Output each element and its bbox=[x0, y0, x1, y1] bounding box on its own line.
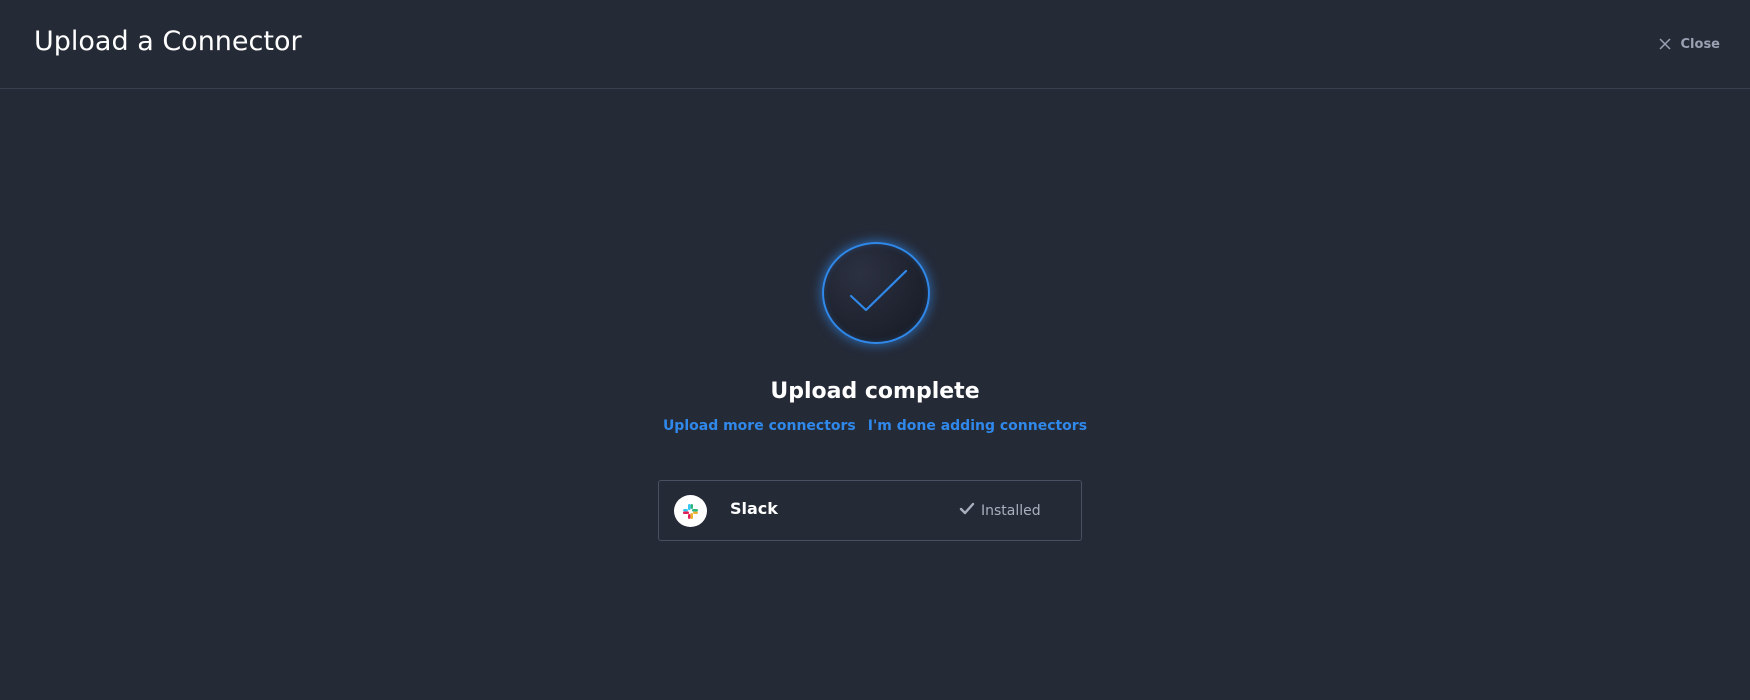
check-icon bbox=[959, 502, 975, 520]
page-header: Upload a Connector Close bbox=[0, 0, 1750, 89]
connector-card: Slack Installed bbox=[658, 480, 1082, 541]
checkmark-icon bbox=[822, 242, 930, 344]
status-label: Installed bbox=[981, 503, 1041, 519]
upload-more-link[interactable]: Upload more connectors bbox=[663, 418, 856, 434]
close-button[interactable]: Close bbox=[1658, 34, 1720, 54]
slack-logo-icon bbox=[674, 495, 707, 527]
upload-status-title: Upload complete bbox=[770, 379, 980, 404]
next-step-links: Upload more connectors I'm done adding co… bbox=[0, 418, 1750, 434]
upload-connector-page: Upload a Connector Close Upload complete… bbox=[0, 0, 1750, 700]
close-label: Close bbox=[1680, 36, 1720, 52]
close-icon bbox=[1658, 37, 1672, 51]
page-title: Upload a Connector bbox=[34, 26, 302, 57]
status-badge: Installed bbox=[959, 502, 1041, 520]
connector-name: Slack bbox=[730, 499, 778, 518]
upload-result-panel: Upload complete Upload more connectors I'… bbox=[0, 90, 1750, 700]
done-adding-link[interactable]: I'm done adding connectors bbox=[868, 418, 1087, 434]
